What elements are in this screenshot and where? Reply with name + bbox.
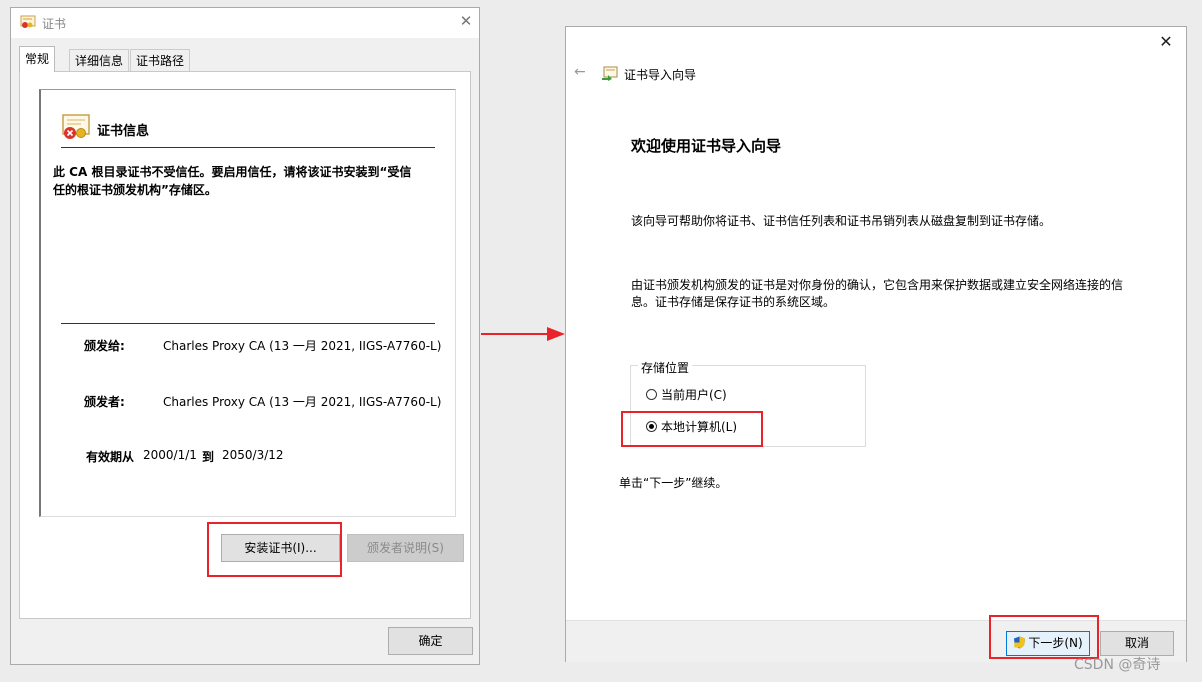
store-location-legend: 存储位置 (638, 359, 693, 376)
tab-details[interactable]: 详细信息 (69, 49, 130, 71)
watermark: CSDN @奇诗 (1074, 657, 1161, 673)
radio-current-user[interactable]: 当前用户(C) (646, 386, 727, 403)
issuer-statement-button: 颁发者说明(S) (347, 534, 464, 562)
window-title: 证书 (42, 17, 67, 31)
untrusted-certificate-icon (62, 114, 90, 139)
highlight-box (207, 522, 342, 577)
certificate-info-box: 证书信息 此 CA 根目录证书不受信任。要启用信任，请将该证书安装到“受信任的根… (39, 89, 456, 517)
tab-general[interactable]: 常规 (19, 46, 56, 72)
valid-from-value: 2000/1/1 (143, 448, 197, 462)
trust-warning: 此 CA 根目录证书不受信任。要启用信任，请将该证书安装到“受信任的根证书颁发机… (53, 165, 412, 197)
tab-certification-path[interactable]: 证书路径 (130, 49, 191, 71)
certificate-import-icon (602, 66, 618, 81)
close-icon[interactable]: ✕ (1156, 32, 1176, 52)
description-text: 由证书颁发机构颁发的证书是对你身份的确认，它包含用来保护数据或建立安全网络连接的… (631, 278, 1124, 309)
close-icon[interactable]: ✕ (457, 12, 475, 30)
highlight-box (989, 615, 1099, 659)
titlebar: 证书 ✕ (11, 8, 479, 38)
ok-button[interactable]: 确定 (388, 627, 473, 655)
cert-info-title: 证书信息 (97, 124, 150, 139)
certificate-import-wizard: ✕ ← 证书导入向导 欢迎使用证书导入向导 该向导可帮助你将证书、证书信任列表和… (565, 26, 1187, 662)
divider (61, 147, 435, 148)
certificate-icon (20, 15, 36, 28)
cancel-button[interactable]: 取消 (1100, 631, 1174, 656)
divider (61, 323, 435, 324)
issued-by-value: Charles Proxy CA (13 一月 2021, IIGS-A7760… (163, 395, 442, 409)
intro-text: 该向导可帮助你将证书、证书信任列表和证书吊销列表从磁盘复制到证书存储。 (631, 214, 1052, 228)
highlight-box (621, 411, 763, 447)
arrow-annotation (481, 327, 565, 341)
wizard-title: 证书导入向导 (624, 68, 697, 82)
issued-to-label: 颁发给: (84, 339, 125, 353)
tab-panel-general: 证书信息 此 CA 根目录证书不受信任。要启用信任，请将该证书安装到“受信任的根… (19, 71, 471, 619)
back-arrow-icon[interactable]: ← (574, 64, 586, 80)
valid-to-value: 2050/3/12 (222, 448, 284, 462)
radio-label: 当前用户(C) (661, 388, 727, 402)
valid-from-label: 有效期从 (86, 450, 135, 464)
page-title: 欢迎使用证书导入向导 (631, 137, 782, 155)
radio-button[interactable] (646, 389, 657, 400)
valid-to-label: 到 (202, 450, 215, 464)
issued-by-label: 颁发者: (84, 395, 125, 409)
continue-hint: 单击“下一步”继续。 (619, 476, 728, 490)
certificate-dialog: 证书 ✕ 常规 详细信息 证书路径 证书信息 此 CA 根目录证书不受信任。要启… (10, 7, 480, 665)
issued-to-value: Charles Proxy CA (13 一月 2021, IIGS-A7760… (163, 339, 442, 353)
